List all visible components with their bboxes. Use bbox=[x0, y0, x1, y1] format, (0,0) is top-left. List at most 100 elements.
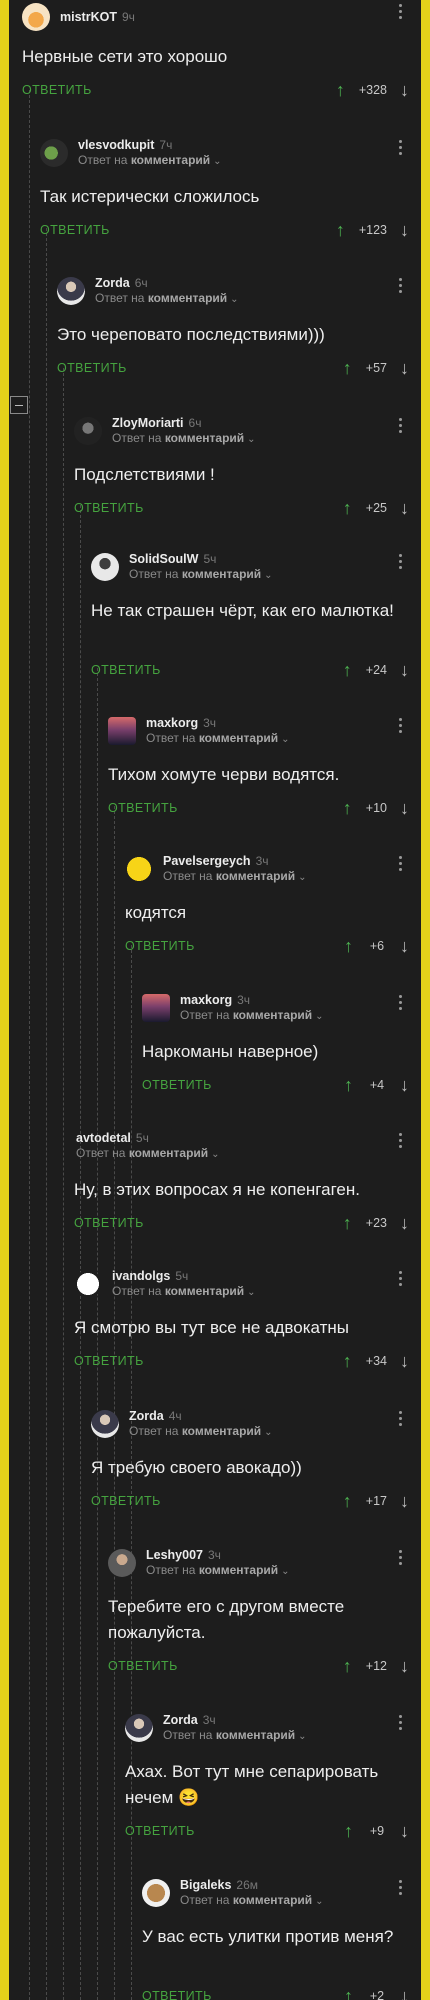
arrow-up-icon[interactable]: ↑ bbox=[344, 1986, 353, 2000]
arrow-up-icon[interactable]: ↑ bbox=[343, 798, 352, 819]
reply-button[interactable]: ОТВЕТИТЬ bbox=[74, 1354, 144, 1368]
reply-button[interactable]: ОТВЕТИТЬ bbox=[22, 83, 92, 97]
avatar[interactable] bbox=[108, 717, 136, 745]
author-name[interactable]: Zorda bbox=[129, 1409, 164, 1423]
avatar[interactable] bbox=[91, 553, 119, 581]
reply-to-line[interactable]: Ответ на комментарий ⌄ bbox=[76, 1146, 220, 1162]
reply-target-link[interactable]: комментарий bbox=[233, 1008, 312, 1022]
chevron-down-icon[interactable]: ⌄ bbox=[298, 1731, 306, 1742]
arrow-down-icon[interactable]: ↓ bbox=[400, 1075, 409, 1096]
reply-to-line[interactable]: Ответ на комментарий ⌄ bbox=[112, 431, 256, 447]
reply-target-link[interactable]: комментарий bbox=[131, 153, 210, 167]
author-name[interactable]: maxkorg bbox=[146, 716, 198, 730]
chevron-down-icon[interactable]: ⌄ bbox=[264, 1427, 272, 1438]
reply-target-link[interactable]: комментарий bbox=[199, 731, 278, 745]
arrow-up-icon[interactable]: ↑ bbox=[344, 936, 353, 957]
arrow-down-icon[interactable]: ↓ bbox=[400, 936, 409, 957]
arrow-up-icon[interactable]: ↑ bbox=[343, 660, 352, 681]
thread-indent-line[interactable] bbox=[46, 228, 47, 2000]
more-vertical-icon[interactable] bbox=[397, 278, 403, 293]
reply-to-line[interactable]: Ответ на комментарий ⌄ bbox=[146, 1563, 290, 1579]
reply-to-line[interactable]: Ответ на комментарий ⌄ bbox=[163, 869, 307, 885]
avatar[interactable] bbox=[74, 417, 102, 445]
arrow-down-icon[interactable]: ↓ bbox=[400, 1491, 409, 1512]
reply-to-line[interactable]: Ответ на комментарий ⌄ bbox=[180, 1893, 324, 1909]
author-name[interactable]: maxkorg bbox=[180, 993, 232, 1007]
author-name[interactable]: vlesvodkupit bbox=[78, 138, 154, 152]
chevron-down-icon[interactable]: ⌄ bbox=[315, 1011, 323, 1022]
avatar[interactable] bbox=[125, 855, 153, 883]
more-vertical-icon[interactable] bbox=[397, 1880, 403, 1895]
arrow-down-icon[interactable]: ↓ bbox=[400, 1821, 409, 1842]
avatar[interactable] bbox=[57, 277, 85, 305]
author-name[interactable]: mistrKOT bbox=[60, 10, 117, 24]
arrow-up-icon[interactable]: ↑ bbox=[343, 1351, 352, 1372]
chevron-down-icon[interactable]: ⌄ bbox=[247, 1287, 255, 1298]
arrow-down-icon[interactable]: ↓ bbox=[400, 1351, 409, 1372]
avatar[interactable] bbox=[40, 139, 68, 167]
more-vertical-icon[interactable] bbox=[397, 418, 403, 433]
arrow-up-icon[interactable]: ↑ bbox=[336, 220, 345, 241]
reply-button[interactable]: ОТВЕТИТЬ bbox=[91, 1494, 161, 1508]
thread-indent-line[interactable] bbox=[29, 90, 30, 2000]
more-vertical-icon[interactable] bbox=[397, 1550, 403, 1565]
chevron-down-icon[interactable]: ⌄ bbox=[230, 294, 238, 305]
chevron-down-icon[interactable]: ⌄ bbox=[281, 734, 289, 745]
chevron-down-icon[interactable]: ⌄ bbox=[298, 872, 306, 883]
reply-target-link[interactable]: комментарий bbox=[216, 869, 295, 883]
reply-button[interactable]: ОТВЕТИТЬ bbox=[57, 361, 127, 375]
reply-button[interactable]: ОТВЕТИТЬ bbox=[108, 1659, 178, 1673]
avatar[interactable] bbox=[22, 3, 50, 31]
more-vertical-icon[interactable] bbox=[397, 995, 403, 1010]
more-vertical-icon[interactable] bbox=[397, 4, 403, 19]
author-name[interactable]: avtodetal bbox=[76, 1131, 131, 1145]
reply-button[interactable]: ОТВЕТИТЬ bbox=[74, 1216, 144, 1230]
arrow-up-icon[interactable]: ↑ bbox=[343, 1213, 352, 1234]
reply-button[interactable]: ОТВЕТИТЬ bbox=[108, 801, 178, 815]
collapse-thread-icon[interactable] bbox=[10, 396, 28, 414]
avatar[interactable] bbox=[142, 1879, 170, 1907]
arrow-up-icon[interactable]: ↑ bbox=[343, 358, 352, 379]
arrow-down-icon[interactable]: ↓ bbox=[400, 660, 409, 681]
reply-target-link[interactable]: комментарий bbox=[165, 431, 244, 445]
more-vertical-icon[interactable] bbox=[397, 140, 403, 155]
author-name[interactable]: Pavelsergeych bbox=[163, 854, 251, 868]
reply-button[interactable]: ОТВЕТИТЬ bbox=[40, 223, 110, 237]
reply-button[interactable]: ОТВЕТИТЬ bbox=[142, 1989, 212, 2000]
thread-indent-line[interactable] bbox=[80, 505, 81, 2000]
author-name[interactable]: SolidSoulW bbox=[129, 552, 198, 566]
reply-target-link[interactable]: комментарий bbox=[148, 291, 227, 305]
avatar[interactable] bbox=[108, 1549, 136, 1577]
reply-button[interactable]: ОТВЕТИТЬ bbox=[91, 663, 161, 677]
chevron-down-icon[interactable]: ⌄ bbox=[247, 434, 255, 445]
arrow-down-icon[interactable]: ↓ bbox=[400, 1213, 409, 1234]
chevron-down-icon[interactable]: ⌄ bbox=[213, 156, 221, 167]
arrow-down-icon[interactable]: ↓ bbox=[400, 498, 409, 519]
reply-to-line[interactable]: Ответ на комментарий ⌄ bbox=[129, 567, 273, 583]
avatar[interactable] bbox=[125, 1714, 153, 1742]
arrow-down-icon[interactable]: ↓ bbox=[400, 1986, 409, 2000]
reply-target-link[interactable]: комментарий bbox=[233, 1893, 312, 1907]
chevron-down-icon[interactable]: ⌄ bbox=[315, 1896, 323, 1907]
more-vertical-icon[interactable] bbox=[397, 1271, 403, 1286]
arrow-up-icon[interactable]: ↑ bbox=[343, 1656, 352, 1677]
reply-to-line[interactable]: Ответ на комментарий ⌄ bbox=[112, 1284, 256, 1300]
thread-indent-line[interactable] bbox=[63, 368, 64, 2000]
reply-target-link[interactable]: комментарий bbox=[199, 1563, 278, 1577]
author-name[interactable]: Bigaleks bbox=[180, 1878, 231, 1892]
reply-to-line[interactable]: Ответ на комментарий ⌄ bbox=[163, 1728, 307, 1744]
reply-target-link[interactable]: комментарий bbox=[129, 1146, 208, 1160]
author-name[interactable]: Zorda bbox=[95, 276, 130, 290]
arrow-down-icon[interactable]: ↓ bbox=[400, 80, 409, 101]
more-vertical-icon[interactable] bbox=[397, 856, 403, 871]
reply-to-line[interactable]: Ответ на комментарий ⌄ bbox=[146, 731, 290, 747]
reply-target-link[interactable]: комментарий bbox=[182, 567, 261, 581]
arrow-up-icon[interactable]: ↑ bbox=[343, 498, 352, 519]
avatar[interactable] bbox=[91, 1410, 119, 1438]
reply-target-link[interactable]: комментарий bbox=[182, 1424, 261, 1438]
more-vertical-icon[interactable] bbox=[397, 718, 403, 733]
reply-button[interactable]: ОТВЕТИТЬ bbox=[125, 939, 195, 953]
arrow-up-icon[interactable]: ↑ bbox=[344, 1821, 353, 1842]
more-vertical-icon[interactable] bbox=[397, 1715, 403, 1730]
chevron-down-icon[interactable]: ⌄ bbox=[281, 1566, 289, 1577]
